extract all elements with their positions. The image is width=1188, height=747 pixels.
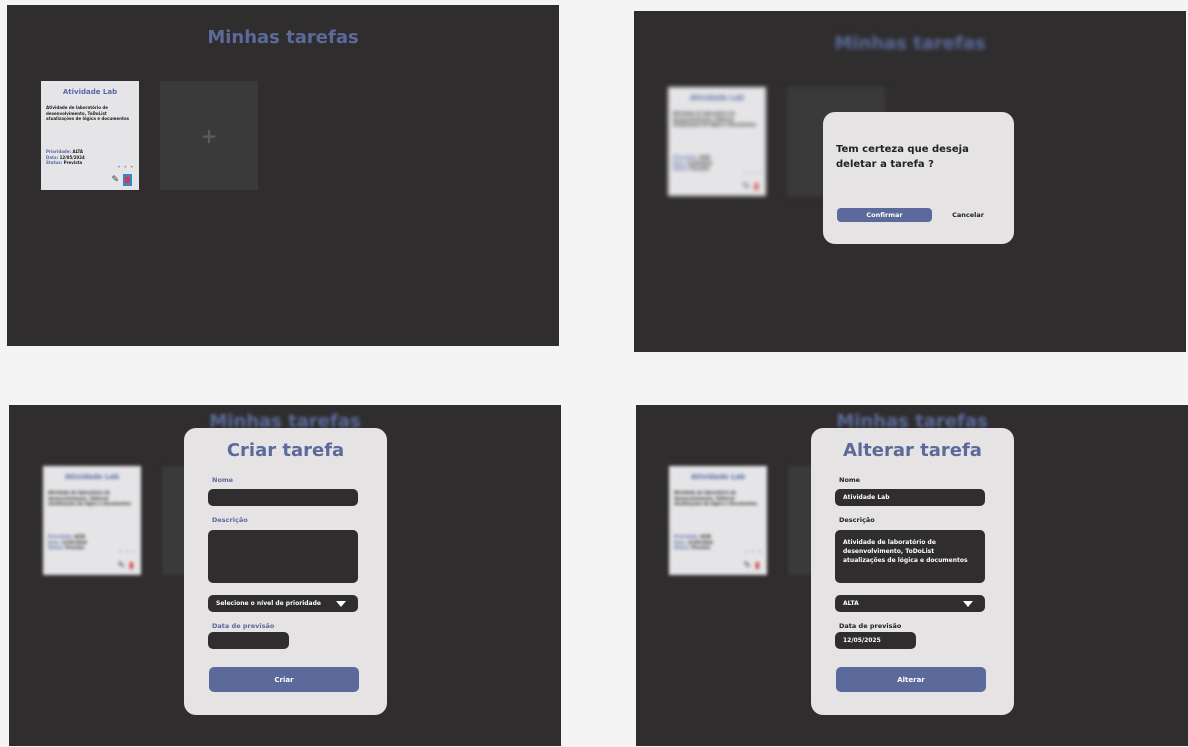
delete-trash-icon: ▮ xyxy=(755,561,760,571)
create-task-form: Criar tarefa Nome Descrição Selecione o … xyxy=(184,428,387,715)
edit-pencil-icon: ✎ xyxy=(743,561,752,571)
task-card-meta: Prioridade: ALTA Data: 12/05/2024 Status… xyxy=(48,534,87,551)
priority-label: Prioridade: xyxy=(673,155,699,160)
date-value: 12/05/2024 xyxy=(687,539,713,545)
task-card-title: Atividade Lab xyxy=(62,88,118,96)
name-label: Nome xyxy=(212,476,234,484)
priority-label: Prioridade: xyxy=(674,534,700,539)
priority-value: ALTA xyxy=(74,534,86,539)
priority-value: ALTA xyxy=(72,149,84,154)
priority-value: ALTA xyxy=(700,534,712,539)
date-label: Data: xyxy=(48,539,61,545)
task-card-meta: Prioridade: ALTA Data: 12/05/2024 Status… xyxy=(46,149,85,166)
chevron-down-icon xyxy=(963,600,973,607)
description-value: Atividade de laboratório de desenvolvime… xyxy=(843,539,968,564)
confirm-question: Tem certeza que deseja deletar a tarefa … xyxy=(836,144,969,170)
task-card-title: Atividade Lab xyxy=(689,94,745,102)
name-input[interactable]: Atividade Lab xyxy=(835,489,985,506)
page-title: Minhas tarefas xyxy=(207,27,359,48)
task-card-title: Atividade Lab xyxy=(690,473,746,481)
plus-icon: + xyxy=(200,123,218,148)
delete-trash-icon[interactable] xyxy=(123,174,132,186)
date-label: Data de previsão xyxy=(212,622,275,630)
edit-task-form: Alterar tarefa Nome Atividade Lab Descri… xyxy=(811,428,1014,715)
more-options-icon: • • • xyxy=(119,549,136,556)
chevron-down-icon xyxy=(336,600,346,607)
task-card: Atividade Lab Atividade de laboratório d… xyxy=(669,466,767,575)
date-label: Data: xyxy=(673,160,686,166)
alter-button[interactable]: Alterar xyxy=(836,667,986,692)
date-value: 12/05/2024 xyxy=(686,160,712,166)
confirm-button[interactable]: Confirmar xyxy=(837,208,932,222)
cancel-button[interactable]: Cancelar xyxy=(941,208,995,222)
date-label: Data: xyxy=(674,539,687,545)
date-label: Data: xyxy=(46,154,59,160)
edit-pencil-icon: ✎ xyxy=(117,561,126,571)
priority-value: ALTA xyxy=(699,155,711,160)
priority-label: Prioridade: xyxy=(46,149,72,154)
description-label: Descrição xyxy=(212,516,248,524)
task-card-description: Atividade de laboratório de desenvolvime… xyxy=(46,105,130,122)
date-input[interactable]: 12/05/2025 xyxy=(835,632,916,649)
more-options-icon: • • • xyxy=(745,549,762,556)
description-textarea[interactable] xyxy=(208,530,358,583)
priority-placeholder: Selecione o nível de prioridade xyxy=(216,600,321,607)
name-label: Nome xyxy=(839,476,861,484)
status-label: Status: xyxy=(674,545,691,551)
create-button[interactable]: Criar xyxy=(209,667,359,692)
delete-trash-icon: ▮ xyxy=(754,182,759,192)
status-label: Status: xyxy=(48,545,65,551)
form-title: Alterar tarefa xyxy=(843,440,982,461)
task-card-meta: Prioridade: ALTA Data: 12/05/2024 Status… xyxy=(673,155,712,172)
delete-trash-icon: ▮ xyxy=(129,561,134,571)
priority-label: Prioridade: xyxy=(48,534,74,539)
screen-delete-confirm: Minhas tarefas Atividade Lab Atividade d… xyxy=(634,11,1186,352)
task-card-description: Atividade de laboratório de desenvolvime… xyxy=(48,490,132,507)
more-options-icon[interactable]: • • • xyxy=(117,165,134,171)
description-label: Descrição xyxy=(839,516,875,524)
date-value: 12/05/2024 xyxy=(61,539,87,545)
date-input[interactable] xyxy=(208,632,289,649)
page-title: Minhas tarefas xyxy=(834,33,986,54)
status-label: Status: xyxy=(46,160,63,166)
description-textarea[interactable]: Atividade de laboratório de desenvolvime… xyxy=(835,530,985,583)
form-title: Criar tarefa xyxy=(226,440,345,461)
date-value: 12/05/2025 xyxy=(843,637,881,644)
edit-pencil-icon[interactable]: ✎ xyxy=(111,175,119,185)
more-options-icon: • • • xyxy=(744,170,761,177)
delete-confirm-dialog: Tem certeza que deseja deletar a tarefa … xyxy=(823,112,1014,244)
task-card: Atividade Lab Atividade de laboratório d… xyxy=(43,466,141,575)
task-card: Atividade Lab Atividade de laboratório d… xyxy=(668,87,766,196)
name-input[interactable] xyxy=(208,489,358,506)
screen-task-list: Minhas tarefas Atividade Lab Atividade d… xyxy=(7,5,559,346)
status-value: Prevista xyxy=(65,545,85,551)
task-card-description: Atividade de laboratório de desenvolvime… xyxy=(673,111,757,128)
date-value: 12/05/2024 xyxy=(59,154,85,160)
task-card-title: Atividade Lab xyxy=(64,473,120,481)
priority-select[interactable]: Selecione o nível de prioridade xyxy=(208,595,358,612)
task-card-description: Atividade de laboratório de desenvolvime… xyxy=(674,490,758,507)
name-value: Atividade Lab xyxy=(843,494,890,501)
status-value: Prevista xyxy=(690,166,710,172)
edit-pencil-icon: ✎ xyxy=(742,182,751,192)
screen-edit-task: Minhas tarefas Atividade Lab Atividade d… xyxy=(636,405,1188,746)
add-task-button[interactable]: + xyxy=(160,81,258,190)
task-card[interactable]: Atividade Lab Atividade de laboratório d… xyxy=(41,81,139,190)
screen-create-task: Minhas tarefas Atividade Lab Atividade d… xyxy=(9,405,561,746)
priority-select[interactable]: ALTA xyxy=(835,595,985,612)
priority-value: ALTA xyxy=(843,600,859,607)
status-value: Prevista xyxy=(691,545,711,551)
date-label: Data de previsão xyxy=(839,622,902,630)
task-card-meta: Prioridade: ALTA Data: 12/05/2024 Status… xyxy=(674,534,713,551)
status-label: Status: xyxy=(673,166,690,172)
status-value: Prevista xyxy=(63,160,83,166)
